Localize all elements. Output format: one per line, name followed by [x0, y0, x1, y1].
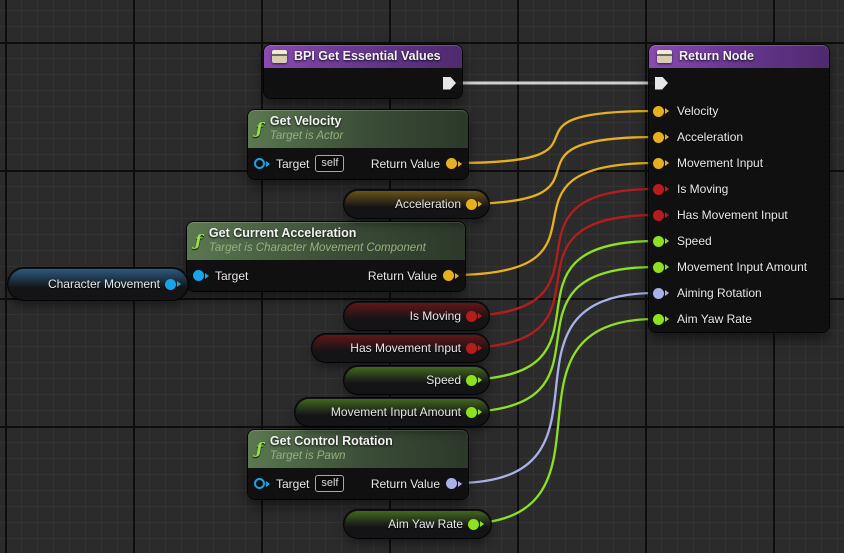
output-pin[interactable]	[466, 199, 482, 210]
var-node-is-moving[interactable]: Is Moving	[344, 302, 489, 330]
node-header[interactable]: ƒ Get Control Rotation Target is Pawn	[248, 430, 468, 468]
node-title: Get Control Rotation	[270, 433, 393, 449]
input-pin-has-movement-input[interactable]	[653, 210, 669, 221]
function-icon: ƒ	[195, 234, 202, 248]
input-pin-movement-input[interactable]	[653, 158, 669, 169]
return-pin-row: Acceleration	[649, 124, 829, 150]
input-pin-acceleration[interactable]	[653, 132, 669, 143]
var-label: Character Movement	[48, 277, 160, 291]
pin-label: Is Moving	[677, 182, 728, 196]
var-node-speed[interactable]: Speed	[344, 366, 489, 394]
node-header[interactable]: ƒ Get Current Acceleration Target is Cha…	[187, 222, 465, 260]
wire-acceleration[interactable]	[459, 137, 656, 204]
return-pin-row: Aiming Rotation	[649, 280, 829, 306]
return-pin-row: Has Movement Input	[649, 202, 829, 228]
var-node-acceleration[interactable]: Acceleration	[344, 190, 489, 218]
pin-label: Speed	[677, 234, 712, 248]
function-icon: ƒ	[256, 122, 263, 136]
return-pin-row: Movement Input	[649, 150, 829, 176]
function-result-icon	[657, 50, 672, 63]
target-pin[interactable]	[254, 478, 270, 489]
node-title: Get Current Acceleration	[209, 225, 426, 241]
var-label: Acceleration	[395, 197, 461, 211]
node-title: Return Node	[679, 48, 754, 64]
return-pin-row: Speed	[649, 228, 829, 254]
node-get-control-rotation[interactable]: ƒ Get Control Rotation Target is Pawn Ta…	[248, 430, 468, 499]
input-pin-aiming-rotation[interactable]	[653, 288, 669, 299]
return-pin-row: Is Moving	[649, 176, 829, 202]
pin-label: Movement Input Amount	[677, 260, 807, 274]
wire-speed[interactable]	[459, 241, 656, 380]
output-pin[interactable]	[468, 519, 484, 530]
target-pin[interactable]	[254, 158, 270, 169]
input-pin-movement-input-amount[interactable]	[653, 262, 669, 273]
input-pin-aim-yaw-rate[interactable]	[653, 314, 669, 325]
node-get-velocity[interactable]: ƒ Get Velocity Target is Actor Target se…	[248, 110, 468, 179]
return-value-pin[interactable]	[446, 158, 462, 169]
return-pin-row: Velocity	[649, 98, 829, 124]
node-header[interactable]: Return Node	[649, 45, 829, 68]
output-pin[interactable]	[466, 375, 482, 386]
input-pin-is-moving[interactable]	[653, 184, 669, 195]
var-label: Has Movement Input	[350, 341, 461, 355]
pin-label: Aim Yaw Rate	[677, 312, 752, 326]
wire-aim-yaw-rate[interactable]	[461, 319, 656, 524]
wire-is-moving[interactable]	[459, 189, 656, 316]
return-value-pin[interactable]	[446, 478, 462, 489]
self-context-box[interactable]: self	[315, 475, 344, 492]
pin-label: Return Value	[371, 477, 440, 491]
node-bpi-get-essential-values[interactable]: BPI Get Essential Values	[264, 45, 462, 98]
interface-function-icon	[272, 50, 287, 63]
var-label: Aim Yaw Rate	[388, 517, 463, 531]
input-pin-speed[interactable]	[653, 236, 669, 247]
pin-label: Velocity	[677, 104, 718, 118]
return-pin-list: Velocity Acceleration Movement Input Is Mov…	[649, 98, 829, 332]
input-pin-velocity[interactable]	[653, 106, 669, 117]
node-header[interactable]: ƒ Get Velocity Target is Actor	[248, 110, 468, 148]
var-label: Is Moving	[410, 309, 461, 323]
return-pin-row: Aim Yaw Rate	[649, 306, 829, 332]
wire-has-movement-input[interactable]	[459, 215, 656, 348]
target-pin[interactable]	[193, 270, 209, 281]
pin-label: Return Value	[371, 157, 440, 171]
var-label: Speed	[426, 373, 461, 387]
node-header[interactable]: BPI Get Essential Values	[264, 45, 462, 68]
var-node-aim-yaw-rate[interactable]: Aim Yaw Rate	[344, 510, 491, 538]
var-node-character-movement[interactable]: Character Movement	[8, 268, 188, 300]
blueprint-graph-canvas[interactable]: BPI Get Essential Values Return Node Vel…	[0, 0, 844, 553]
pin-label: Acceleration	[677, 130, 743, 144]
node-title: BPI Get Essential Values	[294, 48, 441, 64]
var-node-movement-input-amount[interactable]: Movement Input Amount	[295, 398, 489, 426]
exec-out-pin[interactable]	[443, 77, 456, 90]
node-title: Get Velocity	[270, 113, 343, 129]
return-value-pin[interactable]	[443, 270, 459, 281]
output-pin[interactable]	[165, 279, 181, 290]
output-pin[interactable]	[466, 407, 482, 418]
exec-in-pin[interactable]	[655, 77, 668, 90]
pin-label: Return Value	[368, 269, 437, 283]
var-label: Movement Input Amount	[331, 405, 461, 419]
node-get-current-acceleration[interactable]: ƒ Get Current Acceleration Target is Cha…	[187, 222, 465, 291]
output-pin[interactable]	[466, 343, 482, 354]
pin-label: Has Movement Input	[677, 208, 788, 222]
function-icon: ƒ	[256, 442, 263, 456]
output-pin[interactable]	[466, 311, 482, 322]
pin-label: Target	[215, 269, 248, 283]
node-subtitle: Target is Pawn	[270, 449, 393, 464]
node-return[interactable]: Return Node Velocity Acceleration Movement…	[649, 45, 829, 332]
node-subtitle: Target is Actor	[270, 129, 343, 144]
pin-label: Target	[276, 157, 309, 171]
pin-label: Aiming Rotation	[677, 286, 762, 300]
self-context-box[interactable]: self	[315, 155, 344, 172]
var-node-has-movement-input[interactable]: Has Movement Input	[312, 334, 489, 362]
node-subtitle: Target is Character Movement Component	[209, 241, 426, 256]
pin-label: Movement Input	[677, 156, 763, 170]
pin-label: Target	[276, 477, 309, 491]
return-pin-row: Movement Input Amount	[649, 254, 829, 280]
